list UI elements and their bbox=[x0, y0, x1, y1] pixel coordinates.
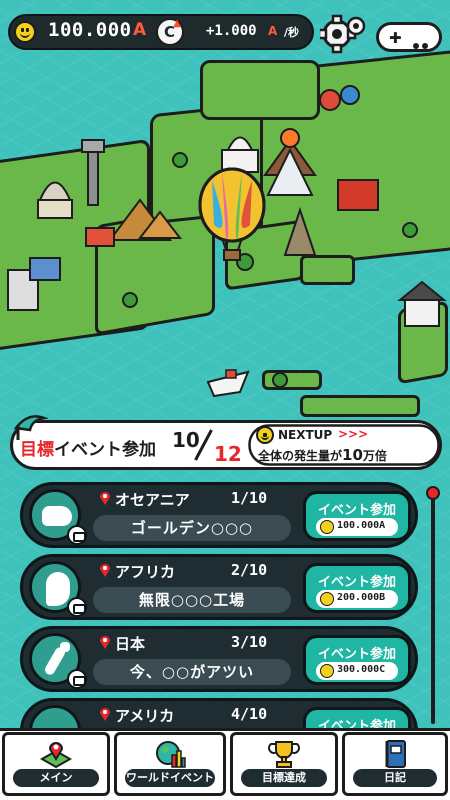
dpad-icon: ✚ bbox=[389, 29, 402, 47]
join-event-button[interactable]: イベント参加 300.000C bbox=[303, 635, 411, 685]
event-progress: 4/10 bbox=[231, 705, 268, 723]
map-pin-icon bbox=[40, 742, 72, 769]
join-event-button[interactable]: イベント参加 100.000A bbox=[303, 491, 411, 541]
gamepad-button[interactable]: ✚ bbox=[376, 22, 442, 52]
join-event-label: イベント参加 bbox=[317, 647, 396, 662]
camera-icon bbox=[67, 525, 87, 545]
event-name: ゴールデン○○○ bbox=[93, 515, 291, 541]
event-name: 今、○○がアツい bbox=[93, 659, 291, 685]
notebook-icon bbox=[385, 740, 406, 768]
balance-unit: A bbox=[133, 20, 147, 40]
balance-amount: 100.000 bbox=[48, 19, 132, 41]
location-pin-icon bbox=[100, 636, 110, 649]
income-rate-icon: C ▲ bbox=[156, 18, 184, 46]
map-landmarks bbox=[7, 85, 447, 398]
onion-dome-landmark bbox=[319, 89, 341, 111]
event-list-scrollbar[interactable] bbox=[431, 494, 435, 724]
event-cost: 300.000C bbox=[316, 662, 398, 680]
join-event-label: イベント参加 bbox=[317, 575, 396, 590]
palm-tree bbox=[122, 292, 138, 308]
location-pin-icon bbox=[100, 564, 110, 577]
building bbox=[29, 257, 61, 281]
nav-main[interactable]: メイン bbox=[2, 732, 110, 796]
coin-icon bbox=[320, 592, 334, 606]
arrow-up-icon: ▲ bbox=[173, 18, 181, 29]
income-rate-per: /秒 bbox=[284, 26, 300, 39]
event-card-japan[interactable]: 日本 3/10 今、○○がアツい イベント参加 300.000C bbox=[20, 626, 418, 692]
event-card-africa[interactable]: アフリカ 2/10 無限○○○工場 イベント参加 200.000B bbox=[20, 554, 418, 620]
building bbox=[85, 227, 115, 247]
next-desc-b: 万倍 bbox=[362, 449, 387, 463]
gamepad-buttons-icon bbox=[413, 34, 435, 49]
event-name: 無限○○○工場 bbox=[93, 587, 291, 613]
dome-landmark bbox=[38, 181, 72, 201]
nav-world-event[interactable]: ワールドイベント bbox=[114, 732, 226, 796]
event-region: アフリカ bbox=[115, 563, 176, 581]
nav-main-label: メイン bbox=[13, 769, 99, 787]
coin-icon bbox=[320, 664, 334, 678]
event-cost: 100.000A bbox=[316, 518, 398, 536]
goal-current: 10 bbox=[172, 428, 200, 452]
coin-icon bbox=[256, 426, 274, 444]
trophy-icon bbox=[268, 741, 300, 768]
nav-world-event-label: ワールドイベント bbox=[125, 769, 215, 787]
next-desc-number: 10 bbox=[342, 446, 363, 464]
world-map[interactable]: 100.000 A C ▲ +1.000 A /秒 ✚ 目標イベント参加 10 … bbox=[0, 0, 450, 800]
event-cost-value: 300.000C bbox=[337, 664, 386, 675]
goal-title-prefix: 目標 bbox=[20, 440, 54, 460]
taj-mahal-landmark bbox=[226, 136, 254, 151]
event-progress: 3/10 bbox=[231, 633, 268, 651]
event-cost: 200.000B bbox=[316, 590, 398, 608]
castle-landmark bbox=[404, 299, 440, 327]
goal-title: 目標イベント参加 bbox=[20, 435, 156, 460]
nav-goals-label: 目標達成 bbox=[241, 769, 327, 787]
next-up-label: NEXTUP bbox=[278, 428, 333, 442]
camera-icon bbox=[67, 597, 87, 617]
globe-chart-icon bbox=[156, 741, 186, 768]
goal-title-suffix: イベント参加 bbox=[54, 440, 156, 460]
income-rate: +1.000 bbox=[206, 23, 257, 39]
event-progress: 1/10 bbox=[231, 489, 268, 507]
join-event-button[interactable]: イベント参加 200.000B bbox=[303, 563, 411, 613]
nav-diary[interactable]: 日記 bbox=[342, 732, 448, 796]
settings-button[interactable] bbox=[317, 14, 366, 54]
gear-icon bbox=[317, 14, 366, 54]
temple-landmark bbox=[283, 206, 317, 256]
event-region: オセアニア bbox=[115, 491, 190, 509]
coin-icon bbox=[320, 520, 334, 534]
tower-landmark bbox=[87, 149, 99, 206]
event-region: アメリカ bbox=[115, 707, 175, 725]
location-pin-icon bbox=[100, 492, 110, 505]
goal-total: 12 bbox=[214, 442, 242, 466]
event-cost-value: 200.000B bbox=[337, 592, 386, 603]
event-progress: 2/10 bbox=[231, 561, 268, 579]
scrollbar-thumb[interactable] bbox=[426, 486, 440, 500]
palm-tree bbox=[402, 222, 418, 238]
event-region: 日本 bbox=[115, 635, 146, 653]
palm-tree bbox=[272, 372, 288, 388]
event-card-oceania[interactable]: オセアニア 1/10 ゴールデン○○○ イベント参加 100.000A bbox=[20, 482, 418, 548]
camera-icon bbox=[67, 669, 87, 689]
income-rate-unit: A bbox=[268, 24, 278, 38]
coin-icon bbox=[14, 21, 36, 43]
palm-tree bbox=[172, 152, 188, 168]
location-pin-icon bbox=[100, 708, 110, 721]
next-up-arrows: >>> bbox=[338, 427, 369, 441]
event-cost-value: 100.000A bbox=[337, 520, 386, 531]
nav-goals[interactable]: 目標達成 bbox=[230, 732, 338, 796]
nav-diary-label: 日記 bbox=[353, 769, 437, 787]
next-up-description: 全体の発生量が10万倍 bbox=[258, 446, 387, 464]
next-desc-a: 全体の発生量が bbox=[258, 449, 343, 463]
join-event-label: イベント参加 bbox=[317, 503, 396, 518]
hot-air-balloon bbox=[198, 167, 266, 261]
gate-landmark bbox=[337, 179, 379, 211]
